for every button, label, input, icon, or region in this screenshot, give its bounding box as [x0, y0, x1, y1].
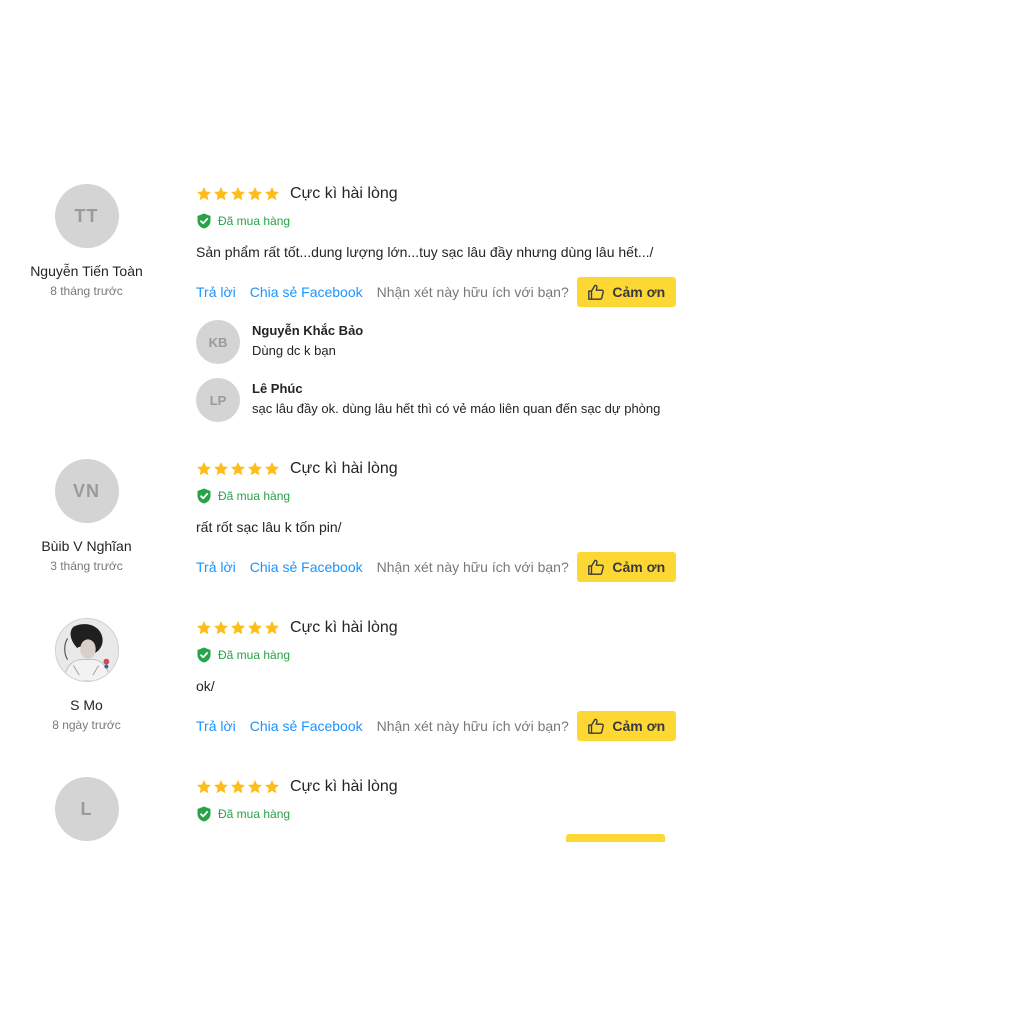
verified-purchase-badge: Đã mua hàng — [196, 647, 676, 663]
rating-row: Cực kì hài lòng — [196, 184, 676, 204]
thanks-label: Cảm ơn — [612, 718, 666, 734]
reply-link[interactable]: Trả lời — [196, 559, 236, 575]
thanks-label: Cảm ơn — [612, 284, 666, 300]
review-content: ok/ — [196, 678, 215, 694]
reply-item: LP Lê Phúc sạc lâu đầy ok. dùng lâu hết … — [196, 378, 676, 422]
user-photo-icon — [55, 619, 118, 681]
verified-purchase-badge: Đã mua hàng — [196, 213, 676, 229]
star-icon — [197, 462, 211, 476]
star-icon — [248, 187, 262, 201]
star-rating — [196, 461, 280, 477]
reply-item: KB Nguyễn Khắc Bảo Dùng dc k bạn — [196, 320, 676, 364]
rating-title: Cực kì hài lòng — [290, 619, 398, 636]
star-icon — [265, 187, 279, 201]
review-time: 8 tháng trước — [50, 284, 123, 298]
star-icon — [197, 621, 211, 635]
helpful-question: Nhận xét này hữu ích với bạn? — [376, 559, 569, 575]
review-actions: Trả lời Chia sẻ Facebook Nhận xét này hữ… — [196, 552, 676, 582]
avatar: TT — [54, 184, 119, 248]
thanks-button[interactable]: Cảm ơn — [576, 277, 676, 307]
reply-link[interactable]: Trả lời — [196, 284, 236, 300]
star-icon — [265, 780, 279, 794]
verified-purchase-badge: Đã mua hàng — [196, 806, 676, 822]
verified-label: Đã mua hàng — [218, 807, 291, 821]
star-icon — [248, 780, 262, 794]
review-content: Sản phẩm rất tốt...dung lượng lớn...tuy … — [196, 244, 654, 260]
review-body: Cực kì hài lòng Đã mua hàng rất rốt sạc … — [196, 459, 676, 582]
star-icon — [231, 780, 245, 794]
avatar: L — [54, 777, 119, 841]
helpful-question: Nhận xét này hữu ích với bạn? — [376, 718, 569, 734]
review-author: L — [20, 777, 153, 841]
star-icon — [197, 780, 211, 794]
star-icon — [248, 462, 262, 476]
share-facebook-link[interactable]: Chia sẻ Facebook — [250, 284, 363, 300]
thanks-button-partial[interactable] — [566, 834, 665, 842]
rating-row: Cực kì hài lòng — [196, 459, 676, 479]
star-icon — [265, 621, 279, 635]
share-facebook-link[interactable]: Chia sẻ Facebook — [250, 718, 363, 734]
author-name: Bùib V Nghĩan — [41, 538, 132, 554]
star-icon — [265, 462, 279, 476]
review-content: rất rốt sạc lâu k tốn pin/ — [196, 519, 342, 535]
rating-row: Cực kì hài lòng — [196, 777, 676, 797]
thanks-button[interactable]: Cảm ơn — [576, 552, 676, 582]
shield-check-icon — [197, 806, 211, 822]
star-icon — [248, 621, 262, 635]
share-facebook-link[interactable]: Chia sẻ Facebook — [250, 559, 363, 575]
reply-content: Dùng dc k bạn — [252, 343, 336, 358]
review-body: Cực kì hài lòng Đã mua hàng — [196, 777, 676, 822]
shield-check-icon — [197, 647, 211, 663]
star-icon — [231, 462, 245, 476]
reply-list: KB Nguyễn Khắc Bảo Dùng dc k bạn LP Lê P… — [196, 320, 676, 422]
star-icon — [214, 462, 228, 476]
star-icon — [197, 187, 211, 201]
review-body: Cực kì hài lòng Đã mua hàng Sản phẩm rất… — [196, 184, 676, 436]
review-time: 8 ngày trước — [52, 718, 121, 732]
star-icon — [214, 780, 228, 794]
rating-title: Cực kì hài lòng — [290, 460, 398, 477]
star-icon — [214, 187, 228, 201]
review-time: 3 tháng trước — [50, 559, 123, 573]
thumbs-up-icon — [588, 284, 605, 300]
reply-author-name: Lê Phúc — [252, 381, 303, 396]
review-list: TT Nguyễn Tiến Toàn 8 tháng trước Cực kì… — [0, 0, 1018, 842]
avatar: VN — [54, 459, 119, 523]
reply-content: sạc lâu đầy ok. dùng lâu hết thì có vẻ m… — [252, 401, 661, 416]
shield-check-icon — [197, 488, 211, 504]
review-body: Cực kì hài lòng Đã mua hàng ok/ Trả lời … — [196, 618, 676, 741]
star-icon — [214, 621, 228, 635]
verified-label: Đã mua hàng — [218, 214, 291, 228]
verified-label: Đã mua hàng — [218, 489, 291, 503]
star-rating — [196, 186, 280, 202]
thanks-label: Cảm ơn — [612, 559, 666, 575]
star-icon — [231, 187, 245, 201]
review-author: TT Nguyễn Tiến Toàn 8 tháng trước — [20, 184, 153, 298]
verified-label: Đã mua hàng — [218, 648, 291, 662]
star-rating — [196, 779, 280, 795]
author-name: S Mo — [70, 697, 103, 713]
thumbs-up-icon — [588, 718, 605, 734]
helpful-question: Nhận xét này hữu ích với bạn? — [376, 284, 569, 300]
rating-row: Cực kì hài lòng — [196, 618, 676, 638]
review-actions: Trả lời Chia sẻ Facebook Nhận xét này hữ… — [196, 277, 676, 307]
review-author: S Mo 8 ngày trước — [20, 618, 153, 732]
avatar: LP — [196, 378, 240, 422]
star-icon — [231, 621, 245, 635]
thumbs-up-icon — [588, 559, 605, 575]
reply-author-name: Nguyễn Khắc Bảo — [252, 323, 364, 338]
verified-purchase-badge: Đã mua hàng — [196, 488, 676, 504]
reply-link[interactable]: Trả lời — [196, 718, 236, 734]
avatar-photo — [54, 618, 119, 682]
shield-check-icon — [197, 213, 211, 229]
author-name: Nguyễn Tiến Toàn — [30, 263, 143, 279]
star-rating — [196, 620, 280, 636]
avatar: KB — [196, 320, 240, 364]
review-author: VN Bùib V Nghĩan 3 tháng trước — [20, 459, 153, 573]
review-actions: Trả lời Chia sẻ Facebook Nhận xét này hữ… — [196, 711, 676, 741]
rating-title: Cực kì hài lòng — [290, 185, 398, 202]
thanks-button[interactable]: Cảm ơn — [576, 711, 676, 741]
rating-title: Cực kì hài lòng — [290, 778, 398, 795]
